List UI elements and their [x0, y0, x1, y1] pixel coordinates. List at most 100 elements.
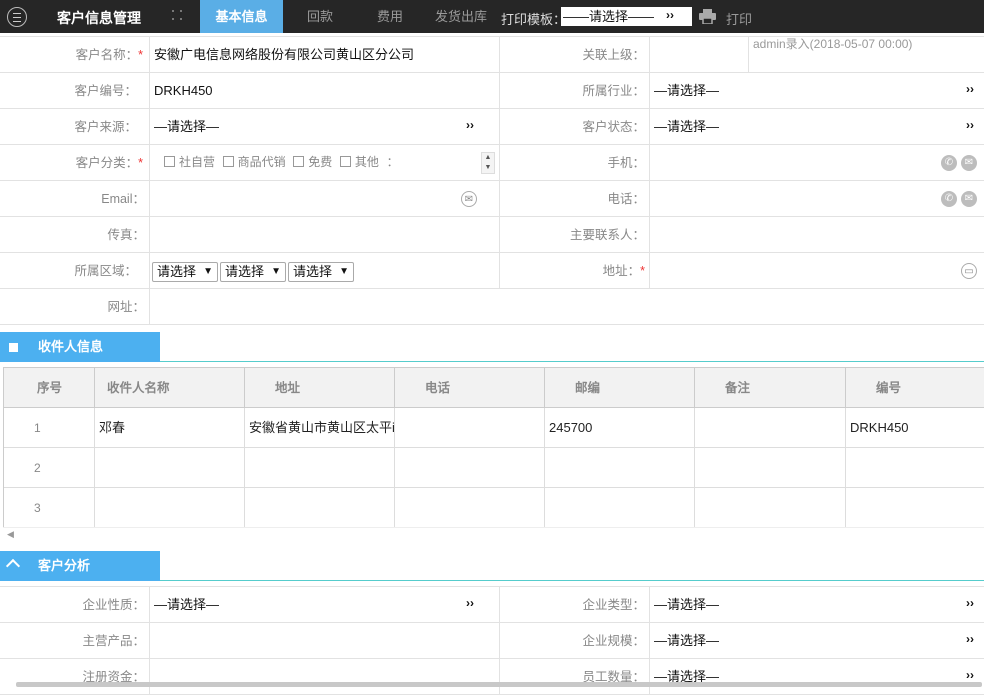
map-icon[interactable]: ▭ [961, 263, 977, 279]
tab-payment[interactable]: 回款 [290, 0, 350, 33]
analysis-section-tab[interactable]: 客户分析 [0, 551, 160, 581]
recipient-name-cell[interactable]: 邓春 [95, 408, 245, 447]
print-template-select[interactable]: ——请选择—— ›› [561, 7, 692, 26]
customer-no-field[interactable]: DRKH450 [150, 73, 499, 109]
phone-cell[interactable] [395, 488, 545, 527]
recipients-section-tab[interactable]: 收件人信息 [0, 332, 160, 362]
zipcode-cell[interactable] [545, 448, 695, 487]
scale-label: 企业规模： [500, 623, 650, 659]
staff-select[interactable]: —请选择— ›› [650, 659, 984, 695]
contact-field[interactable] [650, 217, 984, 253]
address-cell[interactable] [245, 488, 395, 527]
address-label: 地址：* [500, 253, 650, 289]
customer-no-label: 客户编号： [0, 73, 150, 109]
customer-name-field[interactable]: 安徽广电信息网络股份有限公司黄山区分公司 [150, 37, 499, 73]
address-field[interactable] [650, 253, 984, 289]
entry-note: admin录入(2018-05-07 00:00) [753, 37, 913, 51]
chevron-right-icon: ›› [966, 118, 974, 132]
products-field[interactable] [150, 623, 499, 659]
mail-send-icon[interactable]: ✉ [461, 191, 477, 207]
table-row[interactable]: 1 邓春 安徽省黄山市黄山区太平i 245700 DRKH450 [4, 408, 984, 448]
note-cell[interactable] [695, 448, 846, 487]
column-header[interactable]: 地址 [245, 368, 395, 407]
form-row: 客户编号： DRKH450 所属行业： —请选择— ›› [0, 73, 984, 109]
page-title: 客户信息管理 [57, 10, 141, 26]
phone-icon[interactable]: ✆ [941, 155, 957, 171]
form-row: 所属区域： 请选择 ▼ 请选择 ▼ 请选择 ▼ 地址：* ▭ [0, 253, 984, 289]
phone-cell[interactable] [395, 408, 545, 447]
chevron-right-icon: ›› [966, 632, 974, 646]
column-header[interactable]: 收件人名称 [95, 368, 245, 407]
industry-select[interactable]: —请选择— ›› [650, 73, 984, 109]
capital-label: 注册资金： [0, 659, 150, 695]
section-title: 收件人信息 [38, 339, 104, 354]
category-checkbox[interactable] [293, 156, 305, 167]
drag-handle-icon[interactable] [172, 9, 184, 23]
city-select[interactable]: 请选择 ▼ [220, 261, 286, 282]
contact-label: 主要联系人： [500, 217, 650, 253]
tab-shipping[interactable]: 发货出库 [428, 0, 494, 33]
address-cell[interactable]: 安徽省黄山市黄山区太平i [245, 408, 395, 447]
basic-info-form: 客户名称：* 安徽广电信息网络股份有限公司黄山区分公司 关联上级： admin录… [0, 36, 984, 325]
scroll-spinner[interactable]: ▲ ▼ [481, 152, 495, 174]
zipcode-cell[interactable] [545, 488, 695, 527]
tab-expense[interactable]: 费用 [360, 0, 420, 33]
fax-field[interactable] [150, 217, 499, 253]
email-field[interactable] [150, 181, 499, 217]
mail-icon[interactable]: ✉ [961, 191, 977, 207]
website-field[interactable] [150, 289, 984, 325]
category-checkbox[interactable] [164, 156, 175, 167]
table-header: 序号 收件人名称 地址 电话 邮编 备注 编号 [4, 368, 984, 408]
capital-field[interactable] [150, 659, 499, 695]
phone-cell[interactable] [395, 448, 545, 487]
code-cell[interactable]: DRKH450 [846, 408, 984, 447]
column-header[interactable]: 编号 [846, 368, 984, 407]
print-button[interactable]: 打印 [726, 9, 752, 28]
recipients-table: 序号 收件人名称 地址 电话 邮编 备注 编号 1 邓春 安徽省黄山市黄山区太平… [3, 367, 984, 528]
row-index: 1 [4, 408, 95, 447]
type-label: 企业类型： [500, 587, 650, 623]
code-cell[interactable] [846, 488, 984, 527]
source-select[interactable]: —请选择— ›› [150, 109, 499, 145]
phone-icon[interactable]: ✆ [941, 191, 957, 207]
staff-label: 员工数量： [500, 659, 650, 695]
table-row[interactable]: 2 [4, 448, 984, 488]
page-horizontal-scrollbar[interactable] [16, 682, 982, 687]
menu-icon[interactable] [7, 7, 27, 27]
scale-select[interactable]: —请选择— ›› [650, 623, 984, 659]
form-row: Email： ✉ 电话： ✆ ✉ [0, 181, 984, 217]
chevron-up-icon[interactable] [5, 558, 21, 574]
form-row: 客户来源： —请选择— ›› 客户状态： —请选择— ›› [0, 109, 984, 145]
printer-icon[interactable] [699, 9, 716, 24]
mail-icon[interactable]: ✉ [961, 155, 977, 171]
code-cell[interactable] [846, 448, 984, 487]
scroll-left-icon[interactable]: ◀ [7, 529, 14, 540]
district-select[interactable]: 请选择 ▼ [288, 261, 354, 282]
type-select[interactable]: —请选择— ›› [650, 587, 984, 623]
status-select[interactable]: —请选择— ›› [650, 109, 984, 145]
recipient-name-cell[interactable] [95, 448, 245, 487]
mobile-field[interactable] [650, 145, 984, 181]
parent-field[interactable] [650, 37, 749, 73]
column-header[interactable]: 邮编 [545, 368, 695, 407]
recipient-name-cell[interactable] [95, 488, 245, 527]
form-row: 客户分类：* 社自营 商品代销 免费 其他 ： ▲ ▼ 手机： ✆ ✉ [0, 145, 984, 181]
phone-label: 电话： [500, 181, 650, 217]
row-index: 2 [4, 448, 95, 487]
column-header[interactable]: 电话 [395, 368, 545, 407]
province-select[interactable]: 请选择 ▼ [152, 261, 218, 282]
column-header[interactable]: 备注 [695, 368, 846, 407]
column-header[interactable]: 序号 [4, 368, 95, 407]
nature-select[interactable]: —请选择— ›› [150, 587, 499, 623]
phone-field[interactable] [650, 181, 984, 217]
tab-basic-info[interactable]: 基本信息 [200, 0, 283, 33]
top-toolbar: 客户信息管理 基本信息 回款 费用 发货出库 打印模板： ——请选择—— ›› … [0, 0, 984, 33]
zipcode-cell[interactable]: 245700 [545, 408, 695, 447]
category-checkbox[interactable] [339, 156, 351, 167]
address-cell[interactable] [245, 448, 395, 487]
table-horizontal-scrollbar[interactable]: ◀ [3, 527, 984, 543]
category-checkbox[interactable] [222, 156, 234, 167]
table-row[interactable]: 3 [4, 488, 984, 528]
note-cell[interactable] [695, 408, 846, 447]
note-cell[interactable] [695, 488, 846, 527]
